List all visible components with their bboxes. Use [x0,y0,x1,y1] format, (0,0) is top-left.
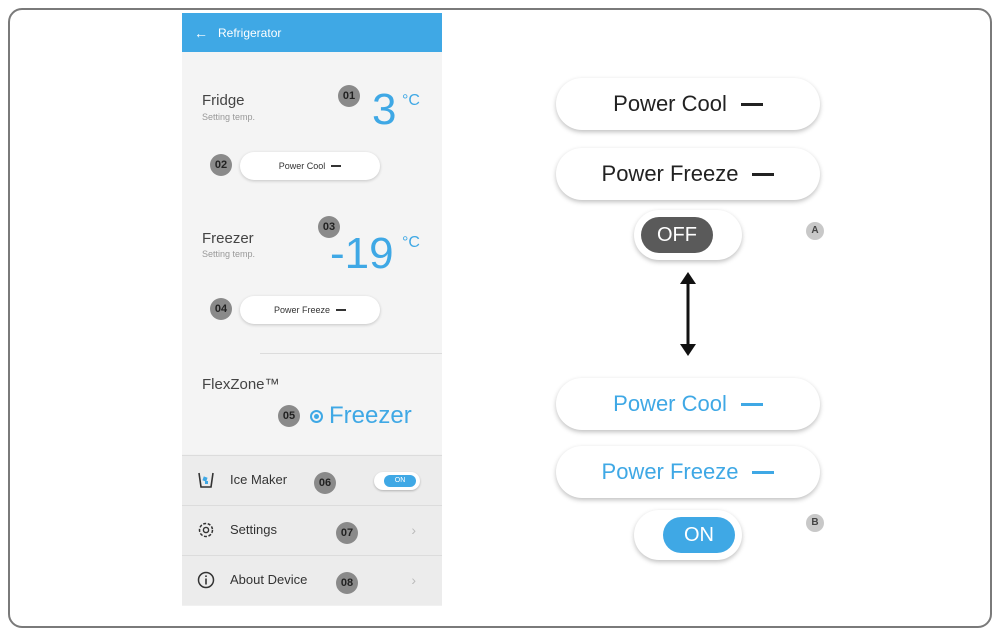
label-a: A [806,222,824,240]
ice-maker-row[interactable]: Ice Maker 06 ON [182,455,442,505]
flexzone-label: FlexZone™ [202,376,280,393]
freezer-section: Freezer Setting temp. 03 -19 °C 04 Power… [182,194,442,354]
about-device-row[interactable]: About Device 08 › [182,555,442,605]
minus-icon [752,470,775,474]
fridge-temp[interactable]: 3 [372,88,396,132]
settings-label: Settings [230,522,277,537]
minus-icon [336,309,347,311]
freezer-sub-label: Setting temp. [202,249,256,259]
toggle-off[interactable]: OFF [634,210,742,260]
label-b: B [806,514,824,532]
radio-selected-icon [310,409,323,423]
flexzone-option-freezer[interactable]: Freezer [310,402,412,430]
badge-05: 05 [278,405,300,427]
about-device-label: About Device [230,572,308,587]
freezer-unit: °C [402,234,420,251]
power-freeze-off-label: Power Freeze [601,161,739,186]
toggle-on-knob: ON [663,517,735,553]
settings-row[interactable]: Settings 07 › [182,505,442,555]
minus-icon [740,402,763,406]
badge-02: 02 [210,154,232,176]
back-arrow-icon[interactable]: ← [194,25,208,41]
toggle-off-knob: OFF [641,217,713,253]
power-freeze-label: Power Freeze [273,305,331,315]
power-freeze-off-button[interactable]: Power Freeze [556,148,820,200]
minus-icon [331,165,342,167]
ice-maker-icon [198,472,214,488]
power-freeze-on-label: Power Freeze [601,459,739,484]
phone-screen: ← Refrigerator Fridge Setting temp. 01 3… [182,13,442,606]
power-freeze-button[interactable]: Power Freeze [240,296,380,324]
fridge-label: Fridge [202,92,245,109]
power-freeze-on-button[interactable]: Power Freeze [556,446,820,498]
power-cool-off-button[interactable]: Power Cool [556,78,820,130]
minus-icon [740,102,763,106]
freezer-label: Freezer [202,230,254,247]
chevron-right-icon: › [411,522,416,538]
app-bar: ← Refrigerator [182,13,442,52]
power-cool-label: Power Cool [278,161,326,171]
badge-04: 04 [210,298,232,320]
ice-maker-toggle-state: ON [384,475,416,487]
freezer-temp[interactable]: -19 [330,232,394,276]
minus-icon [752,172,775,176]
outer-frame [8,8,992,628]
power-cool-on-button[interactable]: Power Cool [556,378,820,430]
badge-06: 06 [314,472,336,494]
flexzone-value: Freezer [329,402,412,429]
ice-maker-label: Ice Maker [230,472,288,487]
double-arrow-icon [680,272,696,356]
toggle-on[interactable]: ON [634,510,742,560]
fridge-sub-label: Setting temp. [202,112,256,122]
flexzone-section: FlexZone™ 05 Freezer [182,354,442,454]
info-icon [197,571,215,589]
power-cool-on-label: Power Cool [613,391,727,416]
badge-01: 01 [338,85,360,107]
badge-07: 07 [336,522,358,544]
fridge-unit: °C [402,92,420,109]
power-cool-button[interactable]: Power Cool [240,152,380,180]
fridge-section: Fridge Setting temp. 01 3 °C 02 Power Co… [182,52,442,194]
badge-08: 08 [336,572,358,594]
gear-icon [198,522,214,538]
chevron-right-icon: › [411,572,416,588]
app-title: Refrigerator [218,25,282,40]
power-cool-off-label: Power Cool [613,91,727,116]
ice-maker-toggle[interactable]: ON [374,472,420,490]
